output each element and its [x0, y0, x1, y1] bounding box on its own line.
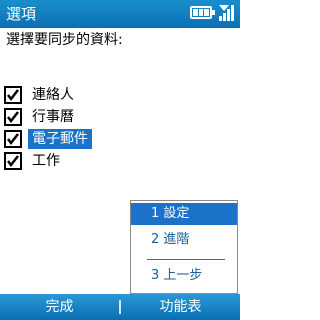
option-label: 連絡人 [32, 87, 74, 103]
checkmark-icon [7, 89, 19, 102]
context-menu: 1 設定 2 進階 3 上一步 [130, 200, 238, 294]
menu-item-back[interactable]: 3 上一步 [131, 265, 237, 287]
softkey-bar: 完成 功能表 [0, 294, 240, 320]
title-bar: 選項 [0, 0, 240, 28]
checkmark-icon [7, 155, 19, 168]
battery-icon [190, 6, 215, 19]
option-label: 電子郵件 [28, 129, 92, 149]
checkbox[interactable] [4, 130, 22, 148]
signal-strength-icon [219, 5, 234, 21]
menu-divider [147, 259, 225, 260]
menu-item-settings[interactable]: 1 設定 [131, 203, 237, 225]
menu-item-advanced[interactable]: 2 進階 [131, 229, 237, 251]
option-label: 行事曆 [32, 109, 74, 125]
checkmark-icon [7, 133, 19, 146]
softkey-done[interactable]: 完成 [0, 294, 119, 320]
option-email[interactable]: 電子郵件 [4, 129, 134, 149]
option-label: 工作 [32, 153, 60, 169]
checkbox[interactable] [4, 86, 22, 104]
checkmark-icon [7, 111, 19, 124]
checkbox[interactable] [4, 152, 22, 170]
window-title: 選項 [6, 5, 37, 23]
softkey-menu[interactable]: 功能表 [121, 294, 240, 320]
sync-prompt: 選擇要同步的資料: [6, 32, 123, 48]
checkbox[interactable] [4, 108, 22, 126]
option-contacts[interactable]: 連絡人 [4, 85, 134, 105]
option-calendar[interactable]: 行事曆 [4, 107, 134, 127]
option-tasks[interactable]: 工作 [4, 151, 134, 171]
